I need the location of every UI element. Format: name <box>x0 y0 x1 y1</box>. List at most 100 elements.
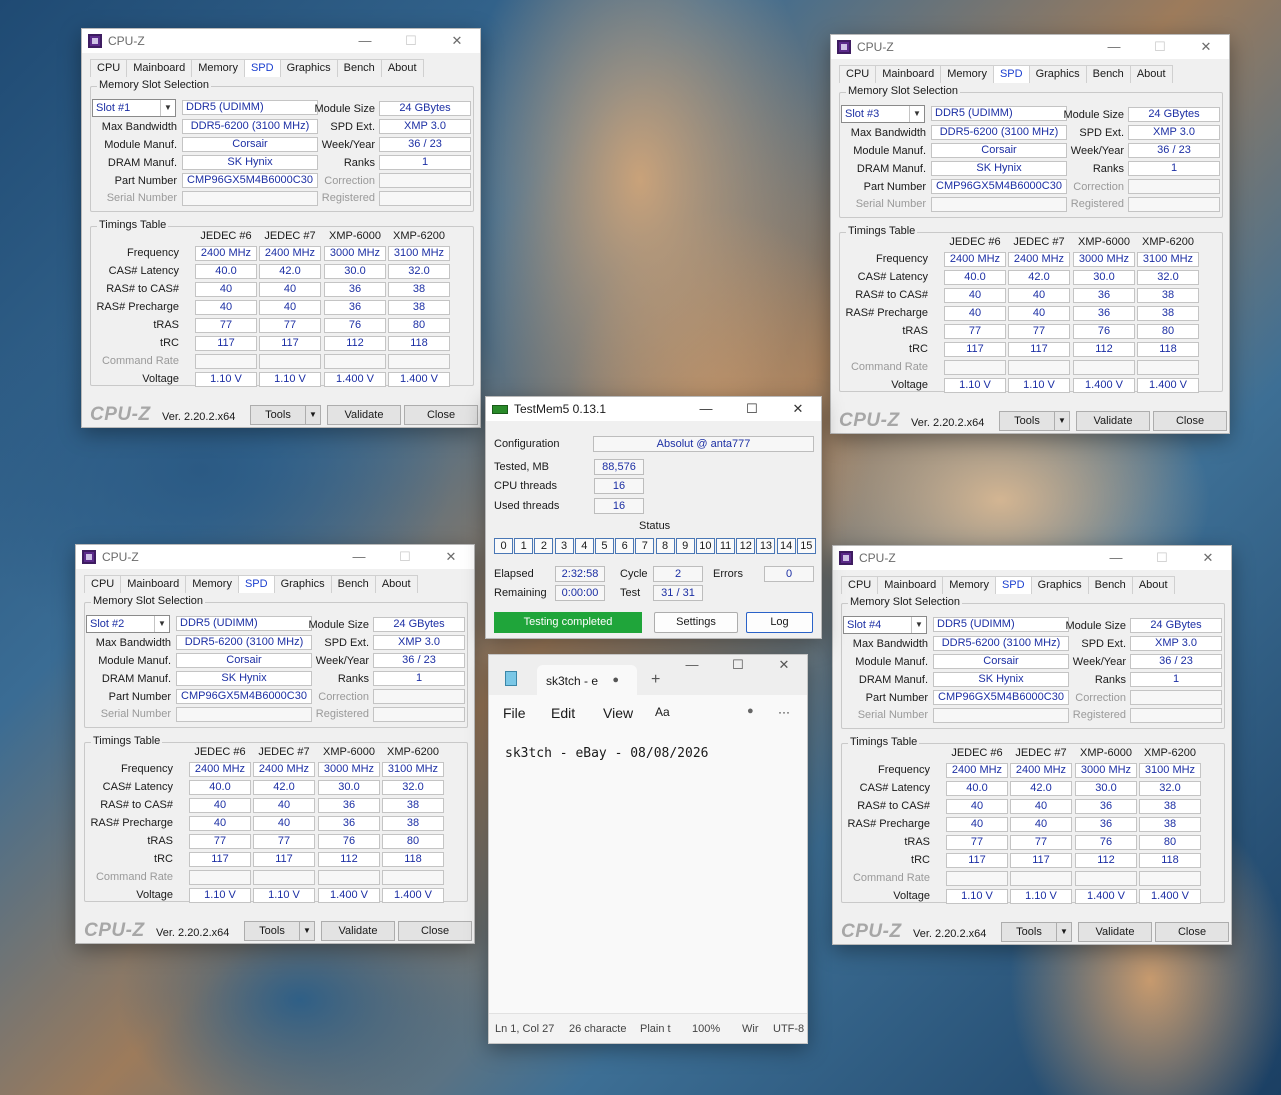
tools-button[interactable]: Tools <box>250 405 306 425</box>
document-tab[interactable]: sk3tch - e ● <box>537 665 637 695</box>
timing-cell <box>195 354 257 369</box>
tab-cpu[interactable]: CPU <box>90 59 128 77</box>
zoom-level[interactable]: 100% <box>692 1023 728 1035</box>
line-ending[interactable]: Wir <box>742 1023 764 1035</box>
tools-button[interactable]: Tools <box>244 921 300 941</box>
editor-text[interactable]: sk3tch - eBay - 08/08/2026 <box>505 746 709 761</box>
title-bar[interactable]: CPU-Z — ☐ ✕ <box>82 29 480 53</box>
tab-spd[interactable]: SPD <box>994 576 1032 594</box>
profile-icon[interactable]: ● <box>747 705 754 717</box>
minimize-icon[interactable]: — <box>342 29 388 53</box>
tab-cpu[interactable]: CPU <box>839 65 877 83</box>
tab-bench[interactable]: Bench <box>330 575 376 593</box>
validate-button[interactable]: Validate <box>1078 922 1152 942</box>
tools-button[interactable]: Tools <box>999 411 1055 431</box>
tools-dropdown-button[interactable]: ▼ <box>1056 922 1072 942</box>
tab-memory[interactable]: Memory <box>185 575 239 593</box>
memory-slot-group-label: Memory Slot Selection <box>848 596 963 608</box>
tab-spd[interactable]: SPD <box>992 65 1030 83</box>
validate-button[interactable]: Validate <box>1076 411 1150 431</box>
week-year-value: 36 / 23 <box>1130 654 1222 669</box>
minimize-icon[interactable]: — <box>336 545 382 569</box>
tab-bench[interactable]: Bench <box>336 59 382 77</box>
version-label: Ver. 2.20.2.x64 <box>162 411 236 423</box>
new-tab-icon[interactable]: + <box>651 671 660 689</box>
tab-memory[interactable]: Memory <box>191 59 245 77</box>
timing-cell: 1.400 V <box>318 888 380 903</box>
settings-button[interactable]: Settings <box>654 612 738 633</box>
log-button[interactable]: Log <box>746 612 813 633</box>
used-threads-label: Used threads <box>494 500 560 512</box>
close-button[interactable]: Close <box>404 405 478 425</box>
tab-graphics[interactable]: Graphics <box>273 575 332 593</box>
tab-graphics[interactable]: Graphics <box>279 59 338 77</box>
title-bar[interactable]: CPU-Z — ☐ ✕ <box>76 545 474 569</box>
title-bar[interactable]: sk3tch - e ● + — ☐ ✕ <box>489 655 807 695</box>
slot-select[interactable]: Slot #3 ▼ <box>841 105 925 123</box>
tab-graphics[interactable]: Graphics <box>1028 65 1087 83</box>
tab-about[interactable]: About <box>1129 65 1173 83</box>
tab-graphics[interactable]: Graphics <box>1030 576 1089 594</box>
validate-button[interactable]: Validate <box>327 405 401 425</box>
validate-button[interactable]: Validate <box>321 921 395 941</box>
close-icon[interactable]: ✕ <box>434 29 480 53</box>
tools-dropdown-button[interactable]: ▼ <box>1054 411 1070 431</box>
tab-about[interactable]: About <box>1131 576 1175 594</box>
close-icon[interactable]: ✕ <box>1185 546 1231 570</box>
slot-select[interactable]: Slot #1 ▼ <box>92 99 176 117</box>
minimize-icon[interactable]: — <box>683 397 729 421</box>
encoding[interactable]: UTF-8 <box>773 1023 807 1035</box>
close-button[interactable]: Close <box>1155 922 1229 942</box>
tab-memory[interactable]: Memory <box>940 65 994 83</box>
dram-manuf-label: DRAM Manuf. <box>107 157 177 169</box>
tools-button[interactable]: Tools <box>1001 922 1057 942</box>
tab-mainboard[interactable]: Mainboard <box>875 65 942 83</box>
tab-bench[interactable]: Bench <box>1085 65 1131 83</box>
slot-select[interactable]: Slot #4 ▼ <box>843 616 927 634</box>
tab-spd[interactable]: SPD <box>237 575 275 593</box>
timing-row-label: CAS# Latency <box>857 271 928 283</box>
title-bar[interactable]: CPU-Z — ☐ ✕ <box>833 546 1231 570</box>
minimize-icon[interactable]: — <box>1093 546 1139 570</box>
close-icon[interactable]: ✕ <box>761 657 807 673</box>
close-button[interactable]: Close <box>398 921 472 941</box>
tab-mainboard[interactable]: Mainboard <box>120 575 187 593</box>
tab-about[interactable]: About <box>374 575 418 593</box>
menu-edit[interactable]: Edit <box>551 705 575 721</box>
title-bar[interactable]: TestMem5 0.13.1 — ☐ ✕ <box>486 397 821 421</box>
format-indicator[interactable]: Plain t <box>640 1023 676 1035</box>
tab-mainboard[interactable]: Mainboard <box>877 576 944 594</box>
tools-dropdown-button[interactable]: ▼ <box>299 921 315 941</box>
footer: CPU-Z Ver. 2.20.2.x64 Tools ▼ Validate C… <box>833 920 1231 944</box>
serial-number-value <box>176 707 312 722</box>
tab-mainboard[interactable]: Mainboard <box>126 59 193 77</box>
module-manuf-label: Module Manuf. <box>98 655 171 667</box>
tab-about[interactable]: About <box>380 59 424 77</box>
timing-row-label: tRC <box>154 853 173 865</box>
maximize-icon[interactable]: ☐ <box>715 657 761 673</box>
menu-file[interactable]: File <box>503 705 526 721</box>
menu-view[interactable]: View <box>603 705 633 721</box>
close-icon[interactable]: ✕ <box>1183 35 1229 59</box>
timing-cell: 32.0 <box>1139 781 1201 796</box>
close-icon[interactable]: ✕ <box>428 545 474 569</box>
tab-bench[interactable]: Bench <box>1087 576 1133 594</box>
minimize-icon[interactable]: — <box>669 657 715 673</box>
close-button[interactable]: Close <box>1153 411 1227 431</box>
tab-spd[interactable]: SPD <box>243 59 281 77</box>
tab-cpu[interactable]: CPU <box>84 575 122 593</box>
heading-format-icon[interactable]: Aa <box>655 705 670 719</box>
slot-select[interactable]: Slot #2 ▼ <box>86 615 170 633</box>
close-icon[interactable]: ✕ <box>775 397 821 421</box>
minimize-icon[interactable]: — <box>1091 35 1137 59</box>
tab-cpu[interactable]: CPU <box>841 576 879 594</box>
cpuz-brand-logo: CPU-Z <box>90 404 151 425</box>
module-manuf-label: Module Manuf. <box>855 656 928 668</box>
more-options-icon[interactable]: ··· <box>778 705 790 719</box>
timing-cell: 80 <box>1139 835 1201 850</box>
dram-manuf-label: DRAM Manuf. <box>101 673 171 685</box>
title-bar[interactable]: CPU-Z — ☐ ✕ <box>831 35 1229 59</box>
tools-dropdown-button[interactable]: ▼ <box>305 405 321 425</box>
tab-memory[interactable]: Memory <box>942 576 996 594</box>
timing-cell: 80 <box>1137 324 1199 339</box>
